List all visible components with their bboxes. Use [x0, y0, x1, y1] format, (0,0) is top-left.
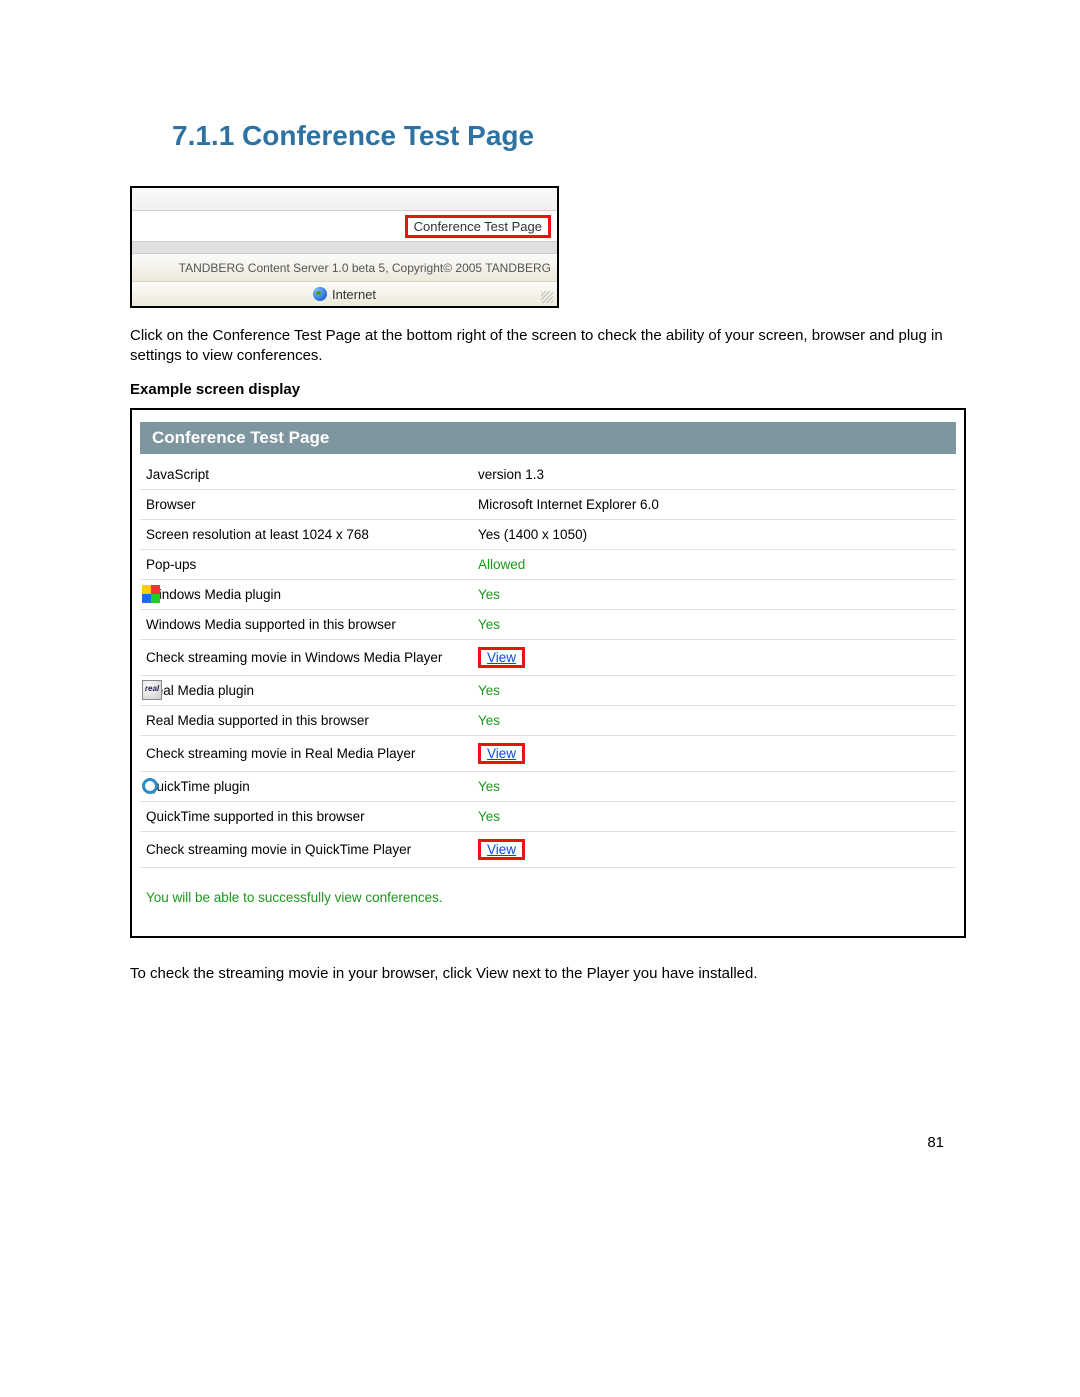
result-label: Windows Media plugin	[140, 579, 472, 609]
result-value: Yes (1400 x 1050)	[472, 519, 956, 549]
result-label: Check streaming movie in QuickTime Playe…	[140, 831, 472, 867]
result-label: QuickTime plugin	[140, 771, 472, 801]
result-label: Screen resolution at least 1024 x 768	[140, 519, 472, 549]
panel-title: Conference Test Page	[140, 422, 956, 454]
success-message: You will be able to successfully view co…	[140, 867, 956, 912]
conference-test-page-link[interactable]: Conference Test Page	[405, 215, 551, 238]
result-label: QuickTime supported in this browser	[140, 801, 472, 831]
zone-label: Internet	[332, 287, 376, 302]
page-number: 81	[130, 1134, 950, 1151]
result-label: Browser	[140, 489, 472, 519]
result-value: Yes	[472, 705, 956, 735]
page-footer-link-row: Conference Test Page	[132, 211, 557, 241]
result-label: Pop-ups	[140, 549, 472, 579]
section-heading: 7.1.1 Conference Test Page	[172, 120, 950, 152]
result-value: Yes	[472, 675, 956, 705]
browser-toolbar-strip	[132, 188, 557, 211]
example-subheading: Example screen display	[130, 381, 950, 398]
screenshot-nav-area: Conference Test Page TANDBERG Content Se…	[130, 186, 559, 308]
windows-media-icon	[142, 585, 160, 603]
result-label: Windows Media supported in this browser	[140, 609, 472, 639]
result-value: version 1.3	[472, 460, 956, 490]
quicktime-icon	[142, 778, 158, 794]
result-value: Yes	[472, 579, 956, 609]
view-link[interactable]: View	[487, 746, 516, 761]
result-value: Yes	[472, 801, 956, 831]
result-label: Check streaming movie in Real Media Play…	[140, 735, 472, 771]
separator-strip	[132, 241, 557, 254]
result-label: Check streaming movie in Windows Media P…	[140, 639, 472, 675]
real-media-icon: real	[142, 680, 162, 700]
result-value: Yes	[472, 609, 956, 639]
result-label: Real Media supported in this browser	[140, 705, 472, 735]
copyright-footer: TANDBERG Content Server 1.0 beta 5, Copy…	[132, 254, 557, 281]
results-table: JavaScriptversion 1.3BrowserMicrosoft In…	[140, 460, 956, 912]
paragraph-intro: Click on the Conference Test Page at the…	[130, 326, 950, 367]
copyright-text: TANDBERG Content Server 1.0 beta 5, Copy…	[179, 261, 557, 275]
result-label: JavaScript	[140, 460, 472, 490]
result-label: realReal Media plugin	[140, 675, 472, 705]
result-value: Microsoft Internet Explorer 6.0	[472, 489, 956, 519]
internet-zone-icon	[313, 287, 327, 301]
screenshot-test-page: Conference Test Page JavaScriptversion 1…	[130, 408, 966, 938]
view-link[interactable]: View	[487, 842, 516, 857]
paragraph-view: To check the streaming movie in your bro…	[130, 964, 950, 984]
browser-status-bar: Internet	[132, 281, 557, 306]
result-value: Allowed	[472, 549, 956, 579]
view-link[interactable]: View	[487, 650, 516, 665]
result-value: Yes	[472, 771, 956, 801]
